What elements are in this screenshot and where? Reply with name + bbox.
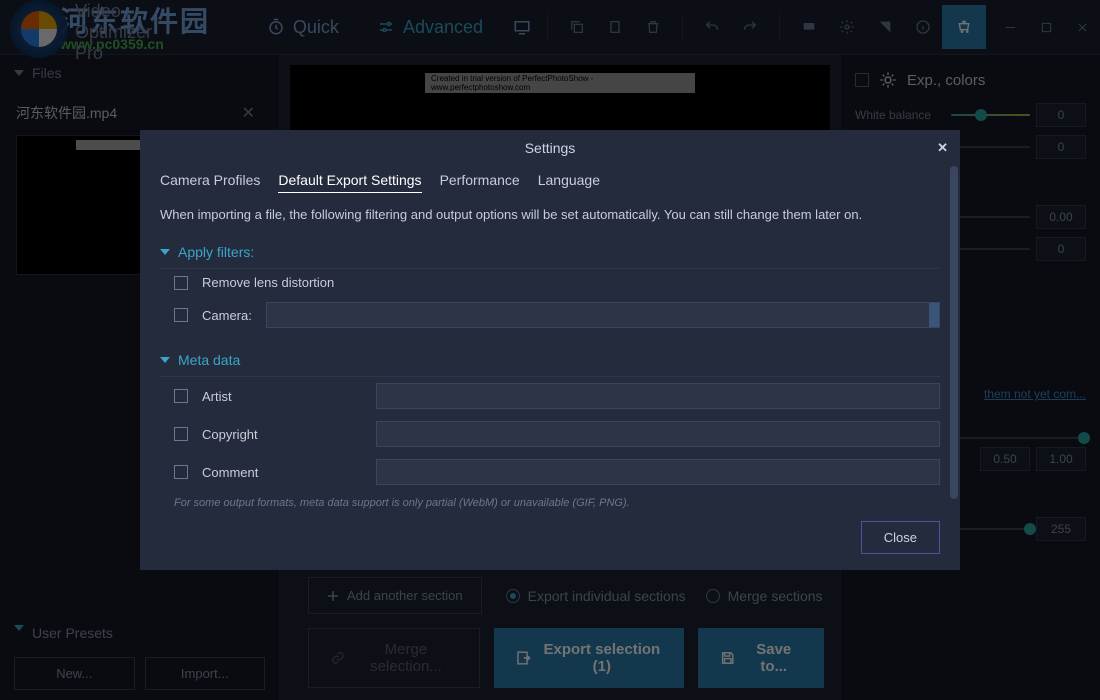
- checkbox-comment[interactable]: [174, 465, 188, 479]
- modal-body: When importing a file, the following fil…: [140, 203, 960, 511]
- artist-input[interactable]: [376, 383, 940, 409]
- modal-close-x[interactable]: ✕: [937, 140, 948, 156]
- row-artist: Artist: [160, 377, 940, 415]
- row-comment: Comment: [160, 453, 940, 491]
- checkbox-camera[interactable]: [174, 308, 188, 322]
- row-camera: Camera:: [160, 296, 940, 334]
- copyright-label: Copyright: [202, 427, 362, 442]
- modal-scrollbar[interactable]: [950, 166, 958, 536]
- modal-title-bar: Settings ✕: [140, 130, 960, 166]
- group-meta-data[interactable]: Meta data: [160, 344, 940, 377]
- row-remove-lens: Remove lens distortion: [160, 269, 940, 296]
- checkbox-remove-lens[interactable]: [174, 276, 188, 290]
- comment-label: Comment: [202, 465, 362, 480]
- remove-lens-label: Remove lens distortion: [202, 275, 362, 290]
- artist-label: Artist: [202, 389, 362, 404]
- comment-input[interactable]: [376, 459, 940, 485]
- tab-default-export[interactable]: Default Export Settings: [278, 172, 421, 193]
- chevron-down-icon: [160, 357, 170, 363]
- group-apply-filters[interactable]: Apply filters:: [160, 236, 940, 269]
- checkbox-copyright[interactable]: [174, 427, 188, 441]
- checkbox-artist[interactable]: [174, 389, 188, 403]
- camera-label: Camera:: [202, 308, 252, 323]
- modal-footer: Close: [140, 511, 960, 570]
- meta-note: For some output formats, meta data suppo…: [160, 491, 940, 511]
- row-copyright: Copyright: [160, 415, 940, 453]
- tab-camera-profiles[interactable]: Camera Profiles: [160, 172, 260, 193]
- copyright-input[interactable]: [376, 421, 940, 447]
- modal-description: When importing a file, the following fil…: [160, 207, 940, 222]
- tab-language[interactable]: Language: [538, 172, 600, 193]
- tab-performance[interactable]: Performance: [440, 172, 520, 193]
- modal-title: Settings: [525, 140, 576, 156]
- modal-close-button[interactable]: Close: [861, 521, 940, 554]
- chevron-down-icon: [160, 249, 170, 255]
- camera-dropdown[interactable]: [266, 302, 940, 328]
- group-filters-label: Apply filters:: [178, 244, 254, 260]
- settings-modal: Settings ✕ Camera Profiles Default Expor…: [140, 130, 960, 570]
- group-meta-label: Meta data: [178, 352, 240, 368]
- modal-tabs: Camera Profiles Default Export Settings …: [140, 166, 960, 203]
